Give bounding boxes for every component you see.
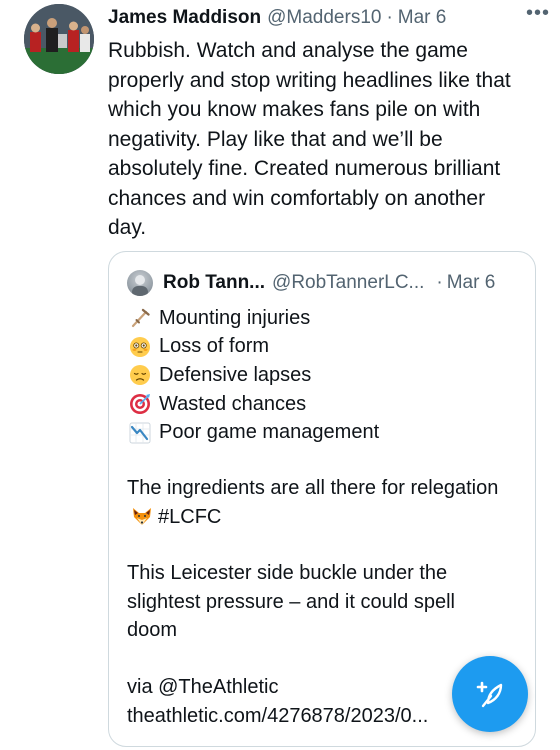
target-icon [127,393,153,415]
more-options-icon[interactable]: ••• [526,2,550,25]
avatar-photo [24,4,94,74]
list-item-label: Mounting injuries [159,306,311,329]
crutch-icon [127,307,153,329]
quoted-author-handle[interactable]: @RobTannerLC... [272,272,424,294]
disappointed-face-icon [127,364,153,386]
avatar[interactable] [24,4,94,74]
quoted-paragraph-1: The ingredients are all there for relega… [127,474,507,531]
hashtag-link[interactable]: #LCFC [158,506,221,528]
quoted-author-name[interactable]: Rob Tann... [163,272,265,294]
list-item-label: Wasted chances [159,392,307,415]
quoted-avatar[interactable] [127,270,153,296]
paragraph-text: The ingredients are all there for relega… [127,477,499,499]
list-item-label: Poor game management [159,421,380,444]
tweet-header: James Maddison @Madders10 · Mar 6 [108,4,544,32]
compose-button[interactable] [452,656,528,732]
author-handle[interactable]: @Madders10 [267,7,381,29]
tweet[interactable]: James Maddison @Madders10 · Mar 6 ••• Ru… [0,0,560,750]
quoted-avatar-photo [132,275,148,296]
flushed-face-icon [127,336,153,358]
fox-icon [131,505,155,527]
list-item: Loss of form [127,333,527,362]
compose-feather-icon [476,681,503,708]
quoted-bullet-list: Mounting injuries Loss of form Defensive… [127,304,527,447]
quoted-date[interactable]: Mar 6 [447,272,496,294]
list-item-label: Loss of form [159,335,270,358]
list-item: Wasted chances [127,390,527,419]
list-item: Mounting injuries [127,304,527,333]
quoted-tweet-header: Rob Tann... @RobTannerLC... · Mar 6 [127,268,521,298]
quoted-separator-dot: · [436,272,443,293]
list-item: Defensive lapses [127,361,527,390]
list-item: Poor game management [127,418,527,447]
chart-decreasing-icon [127,422,153,444]
tweet-text: Rubbish. Watch and analyse the game prop… [108,39,511,239]
separator-dot: · [386,7,393,28]
quoted-paragraph-2: This Leicester side buckle under the sli… [127,562,455,641]
author-name[interactable]: James Maddison [108,7,261,29]
tweet-date[interactable]: Mar 6 [398,7,447,29]
list-item-label: Defensive lapses [159,363,312,386]
